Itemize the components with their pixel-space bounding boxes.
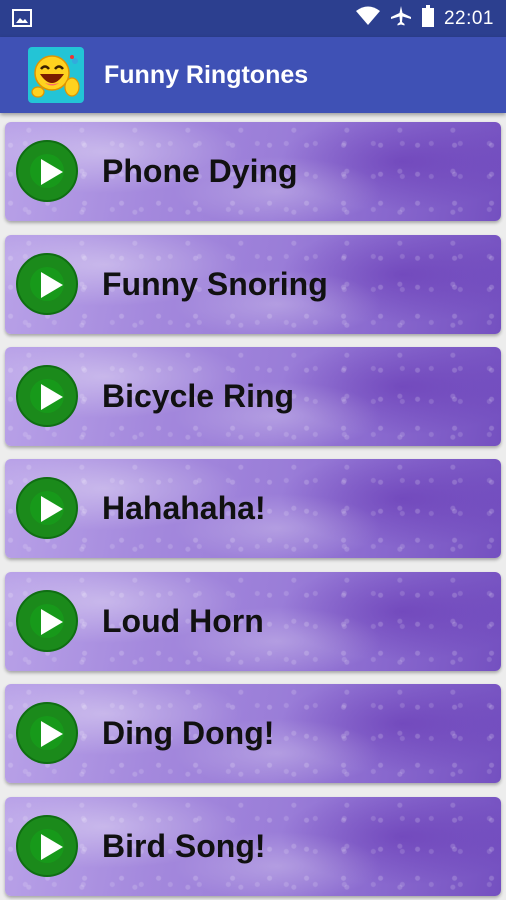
ringtone-card[interactable]: Funny Snoring	[5, 235, 501, 334]
ringtone-label: Ding Dong!	[102, 715, 275, 751]
play-icon[interactable]	[16, 702, 78, 764]
app-title: Funny Ringtones	[104, 61, 309, 89]
battery-icon	[421, 5, 434, 32]
laughing-emoji-logo	[28, 47, 84, 103]
image-icon	[12, 9, 32, 27]
play-icon[interactable]	[16, 140, 78, 202]
airplane-icon	[390, 5, 412, 32]
status-bar: 22:01	[0, 0, 506, 37]
ringtone-card[interactable]: Loud Horn	[5, 572, 501, 671]
play-icon[interactable]	[16, 253, 78, 315]
ringtone-label: Phone Dying	[102, 153, 298, 189]
status-time: 22:01	[443, 7, 494, 29]
ringtone-label: Funny Snoring	[102, 266, 328, 302]
ringtone-label: Loud Horn	[102, 603, 264, 639]
app-bar: Funny Ringtones	[0, 37, 506, 113]
ringtone-label: Bird Song!	[102, 828, 266, 864]
play-icon[interactable]	[16, 815, 78, 877]
wifi-icon	[355, 6, 380, 31]
ringtone-card[interactable]: Bird Song!	[5, 797, 501, 896]
ringtone-label: Hahahaha!	[102, 490, 266, 526]
ringtone-card[interactable]: Ding Dong!	[5, 684, 501, 783]
ringtone-card[interactable]: Hahahaha!	[5, 459, 501, 558]
ringtone-card[interactable]: Bicycle Ring	[5, 347, 501, 446]
play-icon[interactable]	[16, 590, 78, 652]
play-icon[interactable]	[16, 365, 78, 427]
ringtone-card[interactable]: Phone Dying	[5, 122, 501, 221]
ringtone-label: Bicycle Ring	[102, 378, 295, 414]
play-icon[interactable]	[16, 477, 78, 539]
